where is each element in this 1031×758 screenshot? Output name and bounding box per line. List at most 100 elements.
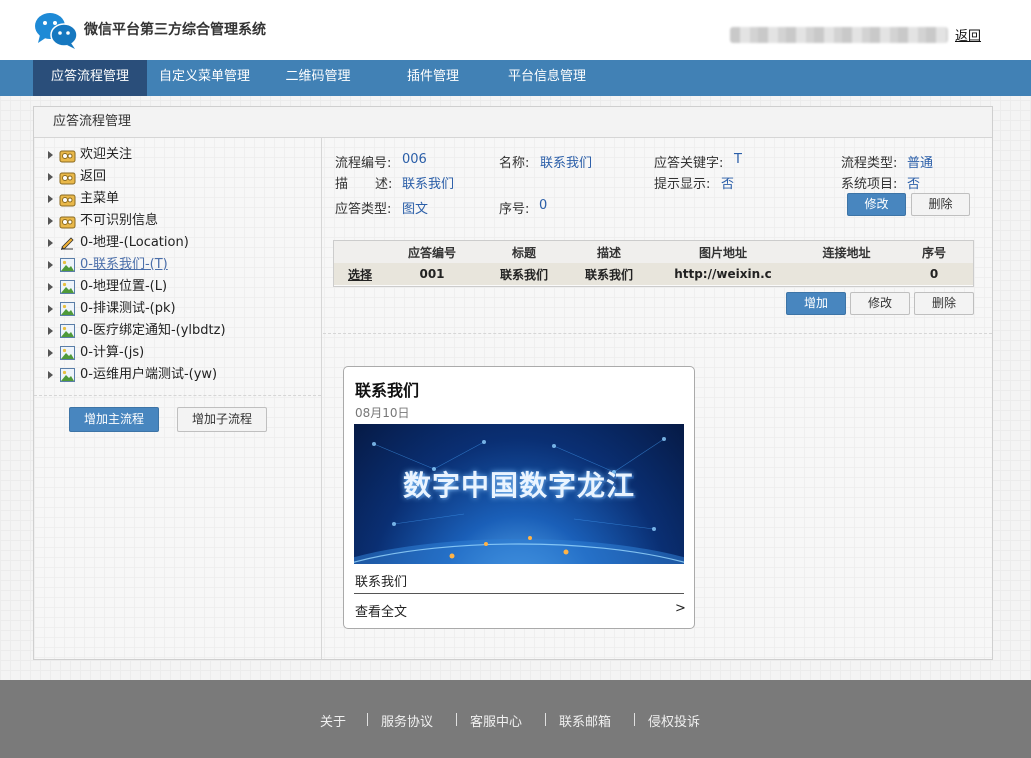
blurred-user-info: [730, 27, 948, 43]
flow-tree: 欢迎关注 返回 主菜单 不可识别信息 0-地理-(Location) 0-联系我…: [48, 144, 226, 386]
tree-item-schedule-test[interactable]: 0-排课测试-(pk): [48, 298, 226, 320]
column-header-desc: 描述: [570, 241, 648, 263]
expand-arrow-icon[interactable]: [48, 305, 53, 313]
nav-item-platform-info[interactable]: 平台信息管理: [494, 60, 600, 96]
footer-link-email[interactable]: 联系邮箱: [559, 711, 611, 730]
card-title: 联系我们: [355, 381, 420, 400]
image-icon: [60, 258, 75, 272]
wechat-logo-icon: [35, 13, 78, 49]
keyword-value: T: [734, 152, 742, 167]
select-link[interactable]: 选择: [334, 263, 386, 285]
nav-item-plugins[interactable]: 插件管理: [390, 60, 476, 96]
expand-arrow-icon[interactable]: [48, 239, 53, 247]
footer-link-service[interactable]: 客服中心: [470, 711, 522, 730]
expand-arrow-icon[interactable]: [48, 283, 53, 291]
card-date: 08月10日: [355, 406, 410, 420]
image-icon: [60, 324, 75, 338]
expand-arrow-icon[interactable]: [48, 151, 53, 159]
column-header-seq: 序号: [895, 241, 973, 263]
chevron-right-icon[interactable]: >: [675, 601, 686, 616]
add-sub-flow-button[interactable]: 增加子流程: [177, 407, 267, 432]
flow-detail-pane: 流程编号: 006 名称: 联系我们 应答关键字: T 流程类型: 普通 描 述…: [323, 138, 992, 659]
answer-type-value: 图文: [402, 202, 429, 217]
desc-value: 联系我们: [402, 177, 455, 192]
read-more-link[interactable]: 查看全文: [355, 601, 407, 620]
flow-type-value: 普通: [907, 156, 934, 171]
footer-separator: [545, 713, 546, 726]
divider: [34, 395, 321, 396]
nav-item-custom-menu[interactable]: 自定义菜单管理: [147, 60, 262, 96]
cell-link-url: [798, 263, 895, 285]
panel-title: 应答流程管理: [34, 107, 992, 138]
footer-link-terms[interactable]: 服务协议: [381, 711, 433, 730]
edit-icon: [61, 237, 74, 250]
tree-item-medical-notify[interactable]: 0-医疗绑定通知-(ylbdtz): [48, 320, 226, 342]
hint-value: 否: [721, 177, 735, 192]
tree-item-calculate[interactable]: 0-计算-(js): [48, 342, 226, 364]
delete-flow-button[interactable]: 删除: [911, 193, 970, 216]
image-icon: [60, 346, 75, 360]
footer-separator: [456, 713, 457, 726]
folder-icon: [59, 194, 76, 207]
tree-item-contact-us[interactable]: 0-联系我们-(T): [48, 254, 226, 276]
card-caption: 联系我们: [355, 575, 408, 590]
name-value: 联系我们: [540, 156, 593, 171]
delete-answer-button[interactable]: 删除: [914, 292, 974, 315]
tree-item-geo-position[interactable]: 0-地理位置-(L): [48, 276, 226, 298]
expand-arrow-icon[interactable]: [48, 349, 53, 357]
expand-arrow-icon[interactable]: [48, 195, 53, 203]
tree-item-label: 0-计算-(js): [80, 345, 145, 360]
answer-type-label: 应答类型:: [335, 202, 392, 217]
divider: [354, 593, 684, 594]
tree-item-location[interactable]: 0-地理-(Location): [48, 232, 226, 254]
answer-table: 应答编号 标题 描述 图片地址 连接地址 序号 选择 001 联系我们 联系我们: [333, 240, 974, 287]
expand-arrow-icon[interactable]: [48, 327, 53, 335]
add-main-flow-button[interactable]: 增加主流程: [69, 407, 159, 432]
add-answer-button[interactable]: 增加: [786, 292, 846, 315]
tree-item-unrecognized[interactable]: 不可识别信息: [48, 210, 226, 232]
cell-answer-no: 001: [386, 263, 478, 285]
cell-title: 联系我们: [478, 263, 570, 285]
back-link[interactable]: 返回: [955, 25, 981, 44]
tree-item-label: 主菜单: [80, 191, 120, 206]
page-footer: 关于 服务协议 客服中心 联系邮箱 侵权投诉: [0, 680, 1031, 758]
tree-item-back[interactable]: 返回: [48, 166, 226, 188]
cell-image-url: http://weixin.c: [648, 263, 798, 285]
flow-tree-pane: 欢迎关注 返回 主菜单 不可识别信息 0-地理-(Location) 0-联系我…: [34, 138, 322, 659]
tree-item-ops-test[interactable]: 0-运维用户端测试-(yw): [48, 364, 226, 386]
tree-item-main-menu[interactable]: 主菜单: [48, 188, 226, 210]
desc-label-part1: 描: [335, 177, 349, 192]
nav-item-flow-management[interactable]: 应答流程管理: [33, 60, 147, 96]
system-title: 微信平台第三方综合管理系统: [84, 22, 266, 38]
expand-arrow-icon[interactable]: [48, 371, 53, 379]
tree-item-welcome[interactable]: 欢迎关注: [48, 144, 226, 166]
expand-arrow-icon[interactable]: [48, 261, 53, 269]
system-item-value: 否: [907, 177, 921, 192]
footer-separator: [367, 713, 368, 726]
app-header: 微信平台第三方综合管理系统 返回: [0, 0, 1031, 60]
edit-flow-button[interactable]: 修改: [847, 193, 906, 216]
divider: [323, 333, 992, 334]
flow-panel: 应答流程管理 欢迎关注 返回 主菜单 不可识别信息 0-地理-(Location…: [33, 106, 993, 660]
footer-link-complaint[interactable]: 侵权投诉: [648, 711, 700, 730]
table-row[interactable]: 选择 001 联系我们 联系我们 http://weixin.c 0: [334, 263, 973, 285]
folder-icon: [59, 172, 76, 185]
nav-item-qrcode[interactable]: 二维码管理: [268, 60, 368, 96]
footer-separator: [634, 713, 635, 726]
column-header-link-url: 连接地址: [798, 241, 895, 263]
flow-no-label: 流程编号:: [335, 156, 392, 171]
image-icon: [60, 302, 75, 316]
cell-seq: 0: [895, 263, 973, 285]
cell-desc: 联系我们: [570, 263, 648, 285]
image-icon: [60, 280, 75, 294]
tree-item-label: 0-地理位置-(L): [80, 279, 168, 294]
tree-item-label: 不可识别信息: [80, 213, 159, 228]
hint-label: 提示显示:: [654, 177, 711, 192]
tree-item-label: 0-排课测试-(pk): [80, 301, 176, 316]
edit-answer-button[interactable]: 修改: [850, 292, 910, 315]
footer-link-about[interactable]: 关于: [320, 711, 346, 730]
expand-arrow-icon[interactable]: [48, 173, 53, 181]
expand-arrow-icon[interactable]: [48, 217, 53, 225]
system-item-label: 系统项目:: [841, 177, 898, 192]
table-header-row: 应答编号 标题 描述 图片地址 连接地址 序号: [334, 241, 973, 263]
